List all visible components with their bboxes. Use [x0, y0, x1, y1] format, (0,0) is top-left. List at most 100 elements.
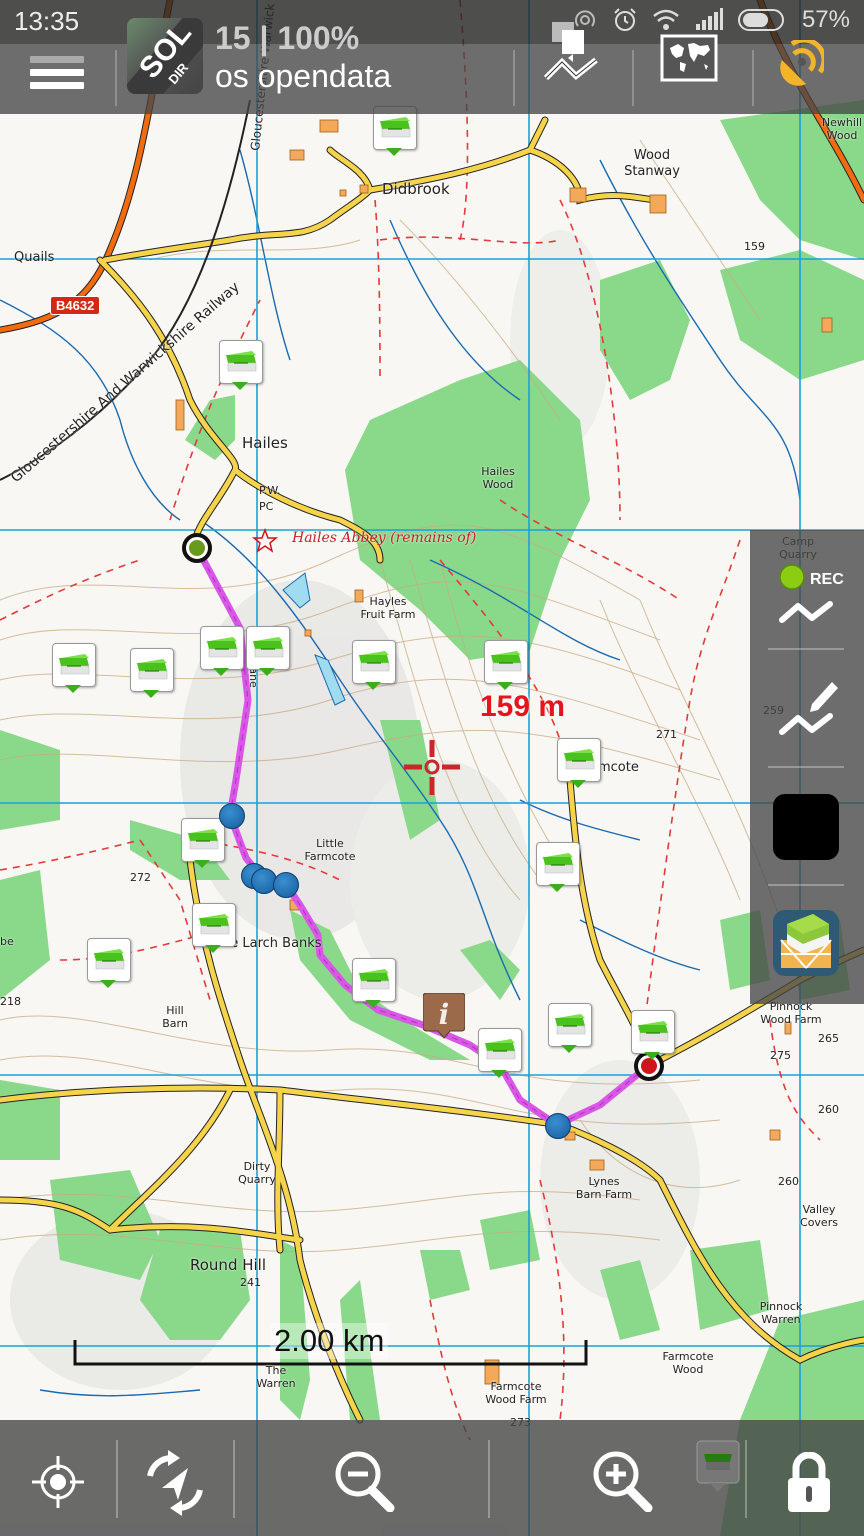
- place-label-quails: Quails: [14, 250, 55, 265]
- rotate-map-icon: [147, 1450, 203, 1516]
- gps-satellite-icon: [780, 37, 827, 86]
- scale-bar-label: 2.00 km: [270, 1323, 389, 1359]
- poi-marker[interactable]: [536, 842, 580, 894]
- status-time: 13:35: [14, 6, 80, 36]
- lock-button[interactable]: [786, 1451, 832, 1518]
- place-label-farmcote: mcote: [598, 760, 639, 775]
- green-box-icon: [137, 659, 168, 680]
- zoom-in-icon: [593, 1451, 653, 1513]
- poi-marker[interactable]: [200, 626, 244, 678]
- world-map-icon: [660, 34, 718, 82]
- place-label-larch-banks: he Larch Banks: [222, 936, 322, 951]
- toolbar-divider: [752, 50, 754, 106]
- app-logo[interactable]: SOL DIR: [127, 18, 203, 94]
- road-number-badge: B4632: [50, 296, 101, 315]
- locate-icon: [32, 1456, 84, 1508]
- map-layers-icon: [773, 910, 839, 976]
- place-label-hailes-wood: Hailes Wood: [481, 465, 515, 491]
- rotate-map-button[interactable]: [142, 1450, 208, 1520]
- place-label-hailes: Hailes: [242, 434, 288, 452]
- blank-button[interactable]: [773, 794, 839, 860]
- track-manager-button[interactable]: [540, 22, 602, 92]
- poi-marker[interactable]: [87, 938, 131, 990]
- toolbar-divider: [513, 50, 515, 106]
- place-label-the-warren: The Warren: [256, 1364, 296, 1390]
- info-icon: i: [422, 992, 466, 1039]
- place-label-lynes-barn-farm: Lynes Barn Farm: [575, 1175, 633, 1201]
- place-label-farmcote-wood-farm: Farmcote Wood Farm: [485, 1380, 547, 1406]
- map-layer-name[interactable]: os opendata: [215, 58, 391, 95]
- green-box-icon: [491, 651, 522, 672]
- alarm-icon: [614, 8, 636, 31]
- place-label-pw: P.W.: [259, 484, 281, 497]
- green-box-icon: [638, 1021, 669, 1042]
- menu-button[interactable]: [30, 50, 84, 96]
- place-label-valley-covers: Valley Covers: [800, 1203, 838, 1229]
- battery-icon: [737, 9, 784, 31]
- green-box-icon: [94, 949, 125, 970]
- green-box-icon: [199, 914, 230, 935]
- record-track-button[interactable]: REC: [770, 562, 850, 632]
- place-label-be: be: [0, 935, 14, 948]
- draw-route-button[interactable]: [770, 676, 850, 746]
- zoom-out-button[interactable]: [334, 1450, 396, 1516]
- poi-marker[interactable]: [130, 648, 174, 700]
- map-canvas[interactable]: [0, 0, 864, 1536]
- place-label-wood-stanway: Wood Stanway: [624, 148, 680, 179]
- toolbar-divider: [116, 1440, 118, 1518]
- place-label-farmcote-wood: Farmcote Wood: [662, 1350, 714, 1376]
- poi-marker[interactable]: [484, 640, 528, 692]
- green-box-icon: [485, 1039, 516, 1060]
- lock-icon: [788, 1451, 830, 1512]
- poi-marker[interactable]: [352, 958, 396, 1010]
- place-label-pc: PC: [259, 500, 274, 513]
- spot-height: 272: [130, 871, 151, 884]
- poi-marker[interactable]: [52, 643, 96, 695]
- green-box-icon: [359, 969, 390, 990]
- poi-marker[interactable]: [246, 626, 290, 678]
- poi-marker[interactable]: [192, 903, 236, 955]
- place-label-newhill-wood: Newhill Wood: [821, 116, 863, 142]
- signal-icon: [695, 8, 723, 30]
- hamburger-icon: [30, 56, 84, 63]
- info-poi-marker[interactable]: i: [422, 992, 466, 1039]
- green-box-icon: [564, 749, 595, 770]
- place-label-hayles-fruit-farm: Hayles Fruit Farm: [360, 595, 416, 621]
- gps-button[interactable]: [776, 37, 827, 92]
- spot-height: 271: [656, 728, 677, 741]
- spot-height: 260: [818, 1103, 839, 1116]
- route-start-point[interactable]: [182, 533, 212, 563]
- poi-marker[interactable]: [548, 1003, 592, 1055]
- route-waypoint[interactable]: [273, 872, 299, 898]
- poi-marker[interactable]: [478, 1028, 522, 1080]
- toolbar-divider: [488, 1440, 490, 1518]
- poi-marker[interactable]: [181, 818, 225, 870]
- green-box-icon: [207, 637, 238, 658]
- route-waypoint[interactable]: [545, 1113, 571, 1139]
- poi-marker[interactable]: [631, 1010, 675, 1062]
- toolbar-divider: [115, 50, 117, 106]
- map-layers-button[interactable]: [773, 910, 839, 976]
- poi-marker-button[interactable]: [696, 1440, 740, 1498]
- place-label-round-hill: Round Hill: [190, 1256, 267, 1274]
- route-waypoint[interactable]: [219, 803, 245, 829]
- green-box-icon: [543, 853, 574, 874]
- poi-marker-icon: [696, 1440, 740, 1492]
- spot-height: 265: [818, 1032, 839, 1045]
- green-box-icon: [253, 637, 284, 658]
- map-selector-button[interactable]: [660, 34, 718, 86]
- green-box-icon: [59, 654, 90, 675]
- locate-button[interactable]: [28, 1452, 88, 1516]
- toolbar-divider: [233, 1440, 235, 1518]
- record-track-icon: REC: [779, 564, 844, 623]
- poi-marker[interactable]: [352, 640, 396, 692]
- zoom-in-button[interactable]: [592, 1450, 654, 1516]
- place-label-little-farmcote: Little Farmcote: [304, 837, 356, 863]
- draw-route-icon: [779, 682, 838, 735]
- sidebar-divider: [768, 884, 844, 886]
- poi-marker[interactable]: [219, 340, 263, 392]
- poi-marker[interactable]: [557, 738, 601, 790]
- green-box-icon: [188, 829, 219, 850]
- zoom-level-info: 15 | 100%: [215, 20, 360, 56]
- battery-percent: 57%: [801, 6, 850, 33]
